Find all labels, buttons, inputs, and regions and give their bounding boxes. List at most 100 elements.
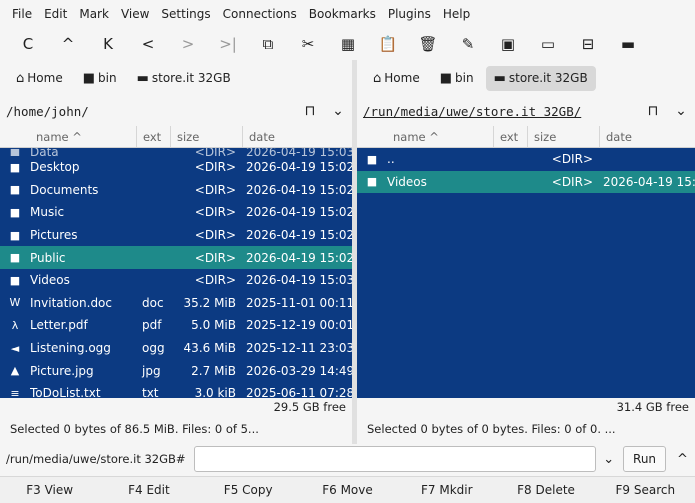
copy-icon[interactable]: ⧉ xyxy=(248,30,288,58)
bookmark-label: bin xyxy=(455,71,474,85)
table-row[interactable]: ≡ ToDoList.txt txt 3.0 kiB 2025-06-11 07:28 xyxy=(0,382,352,398)
file-date: 2025-12-19 00:01 xyxy=(246,318,352,333)
back-icon[interactable]: < xyxy=(128,30,168,58)
image-icon: ▲ xyxy=(10,364,20,378)
left-file-list[interactable]: ■ Data <DIR> 2026-04-19 15:03 ■ Desktop <DIR> 2… xyxy=(0,148,352,398)
table-row[interactable]: ■ Data <DIR> 2026-04-19 15:03 xyxy=(0,148,352,156)
table-row[interactable]: ■ Public <DIR> 2026-04-19 15:02 xyxy=(0,246,352,269)
fkey-f5-button[interactable]: F5 Copy xyxy=(199,483,298,497)
bookmark-label: Home xyxy=(27,71,63,85)
column-header-date[interactable]: date xyxy=(242,126,352,147)
menu-edit[interactable]: Edit xyxy=(38,7,73,21)
bookmark-bin[interactable]: ■ bin xyxy=(432,66,482,91)
file-name: Videos xyxy=(30,273,70,288)
fkey-f9-button[interactable]: F9 Search xyxy=(596,483,695,497)
disconnect-icon[interactable]: ▬ xyxy=(608,30,648,58)
terminal-icon[interactable]: ▭ xyxy=(528,30,568,58)
column-header-date[interactable]: date xyxy=(599,126,695,147)
left-path[interactable]: /home/john/ xyxy=(6,104,296,119)
table-row[interactable]: ■ Pictures <DIR> 2026-04-19 15:02 xyxy=(0,224,352,247)
table-row[interactable]: ▲ Picture.jpg jpg 2.7 MiB 2026-03-29 14:49 xyxy=(0,359,352,382)
file-name: Listening.ogg xyxy=(30,341,111,356)
folder-up-icon: ■ xyxy=(366,152,378,166)
function-key-bar: F3 View F4 Edit F5 Copy F6 Move F7 Mkdir F8 D… xyxy=(0,476,695,503)
bookmark-store-it-32gb[interactable]: ▬ store.it 32GB xyxy=(485,65,596,91)
file-ext: jpg xyxy=(142,363,161,378)
bookmark-label: Home xyxy=(384,71,420,85)
bookmark-home[interactable]: ⌂ Home xyxy=(8,66,71,91)
table-row[interactable]: ■ Desktop <DIR> 2026-04-19 15:02 xyxy=(0,156,352,179)
file-name: Music xyxy=(30,205,65,220)
file-date: 2026-04-19 15:03 xyxy=(246,148,352,156)
drive-icon: ▬ xyxy=(136,70,149,86)
bookmark-store-it-32gb[interactable]: ▬ store.it 32GB xyxy=(129,66,239,91)
column-header-name[interactable]: name ^ xyxy=(0,126,136,147)
right-path[interactable]: /run/media/uwe/store.it 32GB/ xyxy=(363,104,639,119)
table-row[interactable]: ■.. <DIR> xyxy=(357,148,695,171)
chevron-down-icon[interactable]: ⌄ xyxy=(667,103,695,119)
last-icon[interactable]: >| xyxy=(208,30,248,58)
bookmark-bin[interactable]: ■ bin xyxy=(75,66,125,91)
run-button[interactable]: Run xyxy=(623,446,666,472)
menu-help[interactable]: Help xyxy=(437,7,476,21)
bookmark-label: bin xyxy=(98,71,117,85)
menu-file[interactable]: File xyxy=(6,7,38,21)
chevron-down-icon[interactable]: ⌄ xyxy=(596,452,621,467)
menu-bar: File Edit Mark View Settings Connections Bookm… xyxy=(0,0,695,28)
table-row[interactable]: W Invitation.doc doc 35.2 MiB 2025-11-01 00:… xyxy=(0,292,352,315)
clipboard-icon[interactable]: 📋 xyxy=(368,30,408,58)
table-row[interactable]: ■ Music <DIR> 2026-04-19 15:02 xyxy=(0,201,352,224)
column-header-ext[interactable]: ext xyxy=(493,126,527,147)
parent-dir-icon[interactable]: ^ xyxy=(48,30,88,58)
trash-icon[interactable]: 🗑 xyxy=(408,30,448,58)
command-input[interactable] xyxy=(193,446,597,472)
chevron-down-icon[interactable]: ⌄ xyxy=(324,103,352,119)
fkey-f4-button[interactable]: F4 Edit xyxy=(99,483,198,497)
first-icon[interactable]: K xyxy=(88,30,128,58)
menu-bookmarks[interactable]: Bookmarks xyxy=(303,7,382,21)
left-status: 29.5 GB free Selected 0 bytes of 86.5 Mi… xyxy=(0,398,352,444)
left-column-header: name ^ ext size date xyxy=(0,126,352,148)
fkey-f7-button[interactable]: F7 Mkdir xyxy=(397,483,496,497)
column-header-size[interactable]: size xyxy=(527,126,599,147)
fkey-f6-button[interactable]: F6 Move xyxy=(298,483,397,497)
fkey-f8-button[interactable]: F8 Delete xyxy=(496,483,595,497)
file-size: <DIR> xyxy=(194,228,236,243)
bookmark-icon[interactable]: ⊓ xyxy=(296,103,324,119)
network-icon[interactable]: ⊟ xyxy=(568,30,608,58)
column-header-size[interactable]: size xyxy=(170,126,242,147)
forward-icon[interactable]: > xyxy=(168,30,208,58)
bookmark-label: store.it 32GB xyxy=(508,71,588,85)
text-icon: ≡ xyxy=(10,386,20,398)
chevron-up-icon[interactable]: ^ xyxy=(670,452,695,467)
cut-icon[interactable]: ✂ xyxy=(288,30,328,58)
paste-icon[interactable]: ▦ xyxy=(328,30,368,58)
menu-plugins[interactable]: Plugins xyxy=(382,7,437,21)
file-size: <DIR> xyxy=(194,182,236,197)
file-name: Desktop xyxy=(30,160,80,175)
right-file-list[interactable]: ■.. <DIR> ■ Videos <DIR> 2026-04-19 15:07 xyxy=(357,148,695,398)
left-bookmarks-bar: ⌂ Home ■ bin ▬ store.it 32GB xyxy=(0,60,352,96)
file-size: <DIR> xyxy=(194,250,236,265)
column-header-ext[interactable]: ext xyxy=(136,126,170,147)
table-row[interactable]: λ Letter.pdf pdf 5.0 MiB 2025-12-19 00:01 xyxy=(0,314,352,337)
menu-mark[interactable]: Mark xyxy=(73,7,115,21)
file-date: 2026-04-19 15:07 xyxy=(603,174,695,189)
fkey-f3-button[interactable]: F3 View xyxy=(0,483,99,497)
doc-icon: W xyxy=(9,296,21,310)
table-row[interactable]: ■ Videos <DIR> 2026-04-19 15:03 xyxy=(0,269,352,292)
bookmark-home[interactable]: ⌂ Home xyxy=(365,66,428,91)
file-date: 2025-12-11 23:03 xyxy=(246,341,352,356)
menu-connections[interactable]: Connections xyxy=(217,7,303,21)
table-row[interactable]: ◄ Listening.ogg ogg 43.6 MiB 2025-12-11 23:0… xyxy=(0,337,352,360)
table-row[interactable]: ■ Videos <DIR> 2026-04-19 15:07 xyxy=(357,170,695,194)
bookmark-icon[interactable]: ⊓ xyxy=(639,103,667,119)
refresh-icon[interactable]: C xyxy=(8,30,48,58)
column-header-name[interactable]: name ^ xyxy=(357,126,493,147)
edit-icon[interactable]: ✎ xyxy=(448,30,488,58)
menu-settings[interactable]: Settings xyxy=(155,7,216,21)
menu-view[interactable]: View xyxy=(115,7,155,21)
file-size: 43.6 MiB xyxy=(183,341,236,356)
properties-icon[interactable]: ▣ xyxy=(488,30,528,58)
table-row[interactable]: ■ Documents <DIR> 2026-04-19 15:02 xyxy=(0,179,352,202)
